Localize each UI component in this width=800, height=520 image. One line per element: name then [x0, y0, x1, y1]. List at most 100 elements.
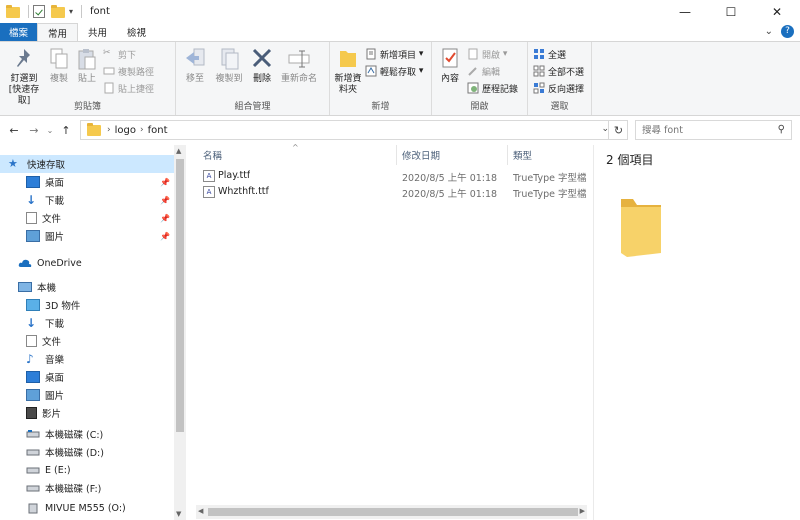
forward-button[interactable]: → — [24, 124, 44, 137]
nav-drive-f[interactable]: 本機磁碟 (F:) — [0, 479, 174, 497]
edit-button[interactable]: 編輯 — [467, 64, 518, 78]
open-icon — [468, 48, 478, 60]
nav-item-videos[interactable]: 影片 — [0, 404, 174, 422]
paste-shortcut-icon — [104, 82, 114, 94]
breadcrumb-font[interactable]: font — [148, 125, 168, 136]
file-type: TrueType 字型檔案 — [513, 173, 587, 184]
group-organize: 移至 複製到 刪除 重新命名 組合管理 — [176, 42, 330, 115]
navigation-pane: ★ 快速存取 桌面 📌 ↓ 下載 📌 文件 📌 圖片 📌 OneDrive 本機 3D … — [0, 145, 188, 520]
file-list: 名稱 ^ 修改日期 類型 A Play.ttf 2020/8/5 上午 01:1… — [196, 143, 587, 520]
easy-access-button[interactable]: 輕鬆存取 ▾ — [365, 64, 423, 78]
nav-item-documents[interactable]: 文件 📌 — [0, 209, 174, 227]
scroll-up-icon[interactable]: ▲ — [176, 147, 181, 155]
nav-scrollbar[interactable]: ▲ ▼ — [174, 145, 186, 520]
rename-icon — [288, 50, 310, 68]
usb-drive-icon — [26, 502, 40, 514]
recent-locations-dropdown[interactable]: ⌄ — [44, 126, 56, 135]
nav-drive-e[interactable]: E (E:) — [0, 461, 174, 479]
maximize-button[interactable]: ☐ — [708, 0, 754, 23]
scroll-left-icon[interactable]: ◀ — [198, 507, 203, 515]
cut-button[interactable]: ✂ 剪下 — [103, 47, 154, 61]
scrollbar-thumb[interactable] — [176, 159, 184, 432]
folder-icon — [87, 122, 101, 136]
nav-item-pc-downloads[interactable]: ↓ 下載 — [0, 314, 174, 332]
nav-item-pictures[interactable]: 圖片 📌 — [0, 227, 174, 245]
group-label-clipboard: 剪貼簿 — [73, 102, 101, 112]
search-input[interactable] — [642, 124, 762, 136]
new-item-icon — [366, 48, 376, 60]
pin-icon[interactable]: 📌 — [160, 196, 170, 205]
copy-path-button[interactable]: 複製路徑 — [103, 64, 154, 78]
music-icon: ♪ — [26, 352, 34, 366]
address-bar[interactable]: › logo › font ⌄ — [80, 120, 628, 140]
search-box[interactable]: ⚲ — [635, 120, 792, 140]
nav-item-pc-pictures[interactable]: 圖片 — [0, 386, 174, 404]
refresh-button[interactable]: ↻ — [608, 120, 628, 140]
customize-toolbar-dropdown[interactable]: ▾ — [69, 7, 73, 16]
invert-selection-button[interactable]: 反向選擇 — [533, 81, 584, 95]
divider — [28, 5, 29, 18]
pin-icon[interactable]: 📌 — [160, 178, 170, 187]
tab-home[interactable]: 常用 — [37, 23, 79, 41]
nav-item-music[interactable]: ♪ 音樂 — [0, 350, 174, 368]
new-item-button[interactable]: 新增項目 ▾ — [365, 47, 423, 61]
group-select: 全選 全部不選 反向選擇 選取 — [528, 42, 592, 115]
folder-icon — [6, 4, 20, 19]
file-list-horizontal-scrollbar[interactable]: ◀ ▶ — [196, 505, 587, 519]
tab-share[interactable]: 共用 — [78, 23, 117, 41]
nav-quick-access[interactable]: ★ 快速存取 — [0, 155, 174, 173]
file-row[interactable]: A Play.ttf 2020/8/5 上午 01:18 TrueType 字型… — [196, 168, 587, 184]
nav-item-pc-desktop[interactable]: 桌面 — [0, 368, 174, 386]
tab-view[interactable]: 檢視 — [117, 23, 156, 41]
select-none-button[interactable]: 全部不選 — [533, 64, 584, 78]
title-bar: ▾ font — ☐ ✕ — [0, 0, 800, 23]
nav-item-downloads[interactable]: ↓ 下載 📌 — [0, 191, 174, 209]
group-label-open: 開啟 — [470, 102, 489, 112]
pin-icon[interactable]: 📌 — [160, 232, 170, 241]
expand-ribbon-icon[interactable]: ⌄ — [765, 26, 773, 37]
history-button[interactable]: 歷程記錄 — [467, 81, 518, 95]
group-label-organize: 組合管理 — [234, 102, 271, 112]
nav-drive-o[interactable]: MIVUE M555 (O:) — [0, 499, 174, 517]
nav-onedrive[interactable]: OneDrive — [0, 254, 174, 272]
scroll-down-icon[interactable]: ▼ — [176, 510, 181, 518]
drive-icon — [26, 482, 40, 494]
help-icon[interactable]: ? — [781, 25, 794, 38]
file-row[interactable]: A Whzthft.ttf 2020/8/5 上午 01:18 TrueType… — [196, 184, 587, 200]
group-clipboard: 釘選到 [快速存取] 複製 貼上 ✂ 剪下 複製路徑 貼上捷徑 剪貼簿 — [0, 42, 176, 115]
nav-item-3d-objects[interactable]: 3D 物件 — [0, 296, 174, 314]
tab-file[interactable]: 檔案 — [0, 23, 38, 41]
close-button[interactable]: ✕ — [754, 0, 800, 23]
group-new: 新增資料夾 新增項目 ▾ 輕鬆存取 ▾ 新增 — [330, 42, 432, 115]
nav-item-desktop[interactable]: 桌面 📌 — [0, 173, 174, 191]
select-all-button[interactable]: 全選 — [533, 47, 584, 61]
edit-icon — [468, 67, 477, 76]
pictures-icon — [26, 230, 40, 242]
open-button[interactable]: 開啟 ▾ — [467, 47, 518, 61]
invert-selection-icon — [533, 82, 545, 94]
nav-item-pc-documents[interactable]: 文件 — [0, 332, 174, 350]
nav-drive-c[interactable]: 本機磁碟 (C:) — [0, 425, 174, 443]
back-button[interactable]: ← — [4, 124, 24, 137]
breadcrumb-logo[interactable]: logo — [115, 125, 136, 136]
file-date: 2020/8/5 上午 01:18 — [402, 173, 498, 184]
up-button[interactable]: ↑ — [56, 124, 76, 137]
minimize-button[interactable]: — — [662, 0, 708, 23]
column-header-name[interactable]: 名稱 — [203, 145, 222, 165]
pin-icon[interactable]: 📌 — [160, 214, 170, 223]
new-folder-icon[interactable] — [51, 4, 65, 19]
scroll-right-icon[interactable]: ▶ — [580, 507, 585, 515]
new-folder-icon — [340, 51, 356, 67]
download-icon: ↓ — [26, 193, 37, 207]
font-file-icon: A — [203, 170, 215, 182]
paste-shortcut-button[interactable]: 貼上捷徑 — [103, 81, 154, 95]
copy-path-icon — [103, 67, 115, 75]
scrollbar-thumb[interactable] — [208, 508, 578, 516]
column-header-date[interactable]: 修改日期 — [402, 145, 440, 165]
column-header-type[interactable]: 類型 — [513, 145, 532, 165]
nav-this-pc[interactable]: 本機 — [0, 278, 174, 296]
details-pane: 2 個項目 — [593, 145, 800, 520]
properties-icon[interactable] — [33, 4, 47, 19]
nav-drive-d[interactable]: 本機磁碟 (D:) — [0, 443, 174, 461]
desktop-icon — [26, 371, 40, 383]
